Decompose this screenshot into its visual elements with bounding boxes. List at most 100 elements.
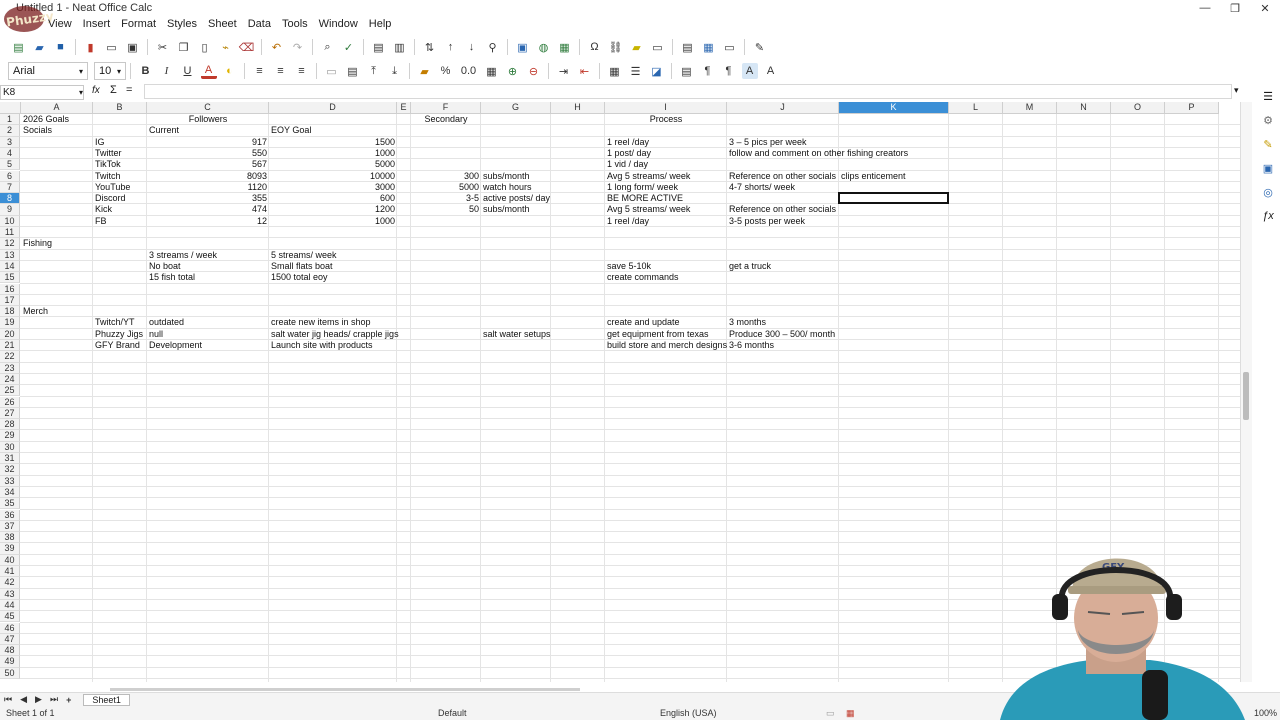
clear-formatting-icon[interactable]: ⌫ — [239, 39, 255, 55]
row-header[interactable]: 14 — [0, 260, 20, 273]
column-header-g[interactable]: G — [481, 102, 551, 114]
font-color-icon[interactable]: A — [200, 63, 217, 79]
row-header[interactable]: 10 — [0, 215, 20, 227]
sort-icon[interactable]: ⇅ — [422, 39, 438, 55]
cell-d7[interactable]: 3000 — [269, 182, 397, 193]
row-header[interactable]: 15 — [0, 272, 20, 284]
clone-formatting-icon[interactable]: ⌁ — [218, 39, 234, 55]
menu-sheet[interactable]: Sheet — [208, 18, 237, 30]
define-print-area-icon[interactable]: ▤ — [680, 39, 696, 55]
functions-icon[interactable]: ƒx — [1260, 210, 1276, 226]
row-header[interactable]: 9 — [0, 204, 20, 216]
freeze-rows-icon[interactable]: ▦ — [701, 39, 717, 55]
increase-indent-icon[interactable]: ⇥ — [556, 63, 572, 79]
row-header[interactable]: 3 — [0, 136, 20, 148]
headers-footers-icon[interactable]: ▭ — [650, 39, 666, 55]
split-window-icon[interactable]: ▭ — [722, 39, 738, 55]
cell-d9[interactable]: 1200 — [269, 204, 397, 215]
font-name-select[interactable]: Arial ▾ — [8, 62, 88, 80]
row-header[interactable]: 8 — [0, 193, 20, 205]
print-icon[interactable]: ▭ — [104, 39, 120, 55]
cell-c7[interactable]: 1120 — [147, 182, 269, 193]
wrap-text-icon[interactable]: ▭ — [324, 63, 340, 79]
language-indicator[interactable]: English (USA) — [660, 708, 717, 718]
pivot-table-icon[interactable]: ▦ — [557, 39, 573, 55]
print-preview-icon[interactable]: ▣ — [125, 39, 141, 55]
cell-f1[interactable]: Secondary — [376, 114, 516, 125]
undo-icon[interactable]: ↶ — [269, 39, 285, 55]
cell-b4[interactable]: Twitter — [93, 148, 124, 159]
cell-c20[interactable]: null — [147, 329, 165, 340]
cell-c4[interactable]: 550 — [147, 148, 269, 159]
column-header-l[interactable]: L — [949, 102, 1003, 114]
previous-sheet-icon[interactable]: ◀ — [20, 694, 27, 705]
draw-functions-icon[interactable]: ✎ — [752, 39, 768, 55]
formatting-marks-icon[interactable]: ¶ — [700, 63, 716, 79]
cell-b20[interactable]: Phuzzy Jigs — [93, 329, 145, 340]
cell-d4[interactable]: 1000 — [269, 148, 397, 159]
underline-button[interactable]: U — [180, 63, 196, 79]
row-header[interactable]: 38 — [0, 532, 20, 544]
row-header[interactable]: 42 — [0, 577, 20, 589]
cell-c3[interactable]: 917 — [147, 137, 269, 148]
row-header[interactable]: 33 — [0, 475, 20, 487]
cell-d3[interactable]: 1500 — [269, 137, 397, 148]
cell-b3[interactable]: IG — [93, 137, 107, 148]
column-header-c[interactable]: C — [147, 102, 269, 114]
border-color-icon[interactable]: ◪ — [649, 63, 665, 79]
cell-d10[interactable]: 1000 — [269, 216, 397, 227]
row-header[interactable]: 40 — [0, 554, 20, 566]
sum-button[interactable]: Σ — [110, 84, 117, 96]
row-header[interactable]: 12 — [0, 238, 20, 250]
last-sheet-icon[interactable]: ⏭ — [50, 694, 58, 705]
row-header[interactable]: 43 — [0, 588, 20, 600]
cell-i1[interactable]: Process — [544, 114, 788, 125]
hyperlink-icon[interactable]: ⛓ — [608, 39, 624, 55]
minimize-button[interactable]: — — [1190, 0, 1220, 16]
cell-j3[interactable]: 3 – 5 pics per week — [727, 137, 809, 148]
row-header[interactable]: 23 — [0, 362, 20, 374]
add-sheet-icon[interactable]: + — [66, 695, 71, 705]
cell-j7[interactable]: 4-7 shorts/ week — [727, 182, 797, 193]
zoom-level[interactable]: 100% — [1254, 708, 1277, 718]
cell-c15[interactable]: 15 fish total — [147, 272, 197, 283]
menu-styles[interactable]: Styles — [167, 18, 197, 30]
export-pdf-icon[interactable]: ▮ — [83, 39, 99, 55]
insert-image-icon[interactable]: ▣ — [515, 39, 531, 55]
cell-d15[interactable]: 1500 total eoy — [269, 272, 330, 283]
cell-c8[interactable]: 355 — [147, 193, 269, 204]
cell-b21[interactable]: GFY Brand — [93, 340, 142, 351]
open-folder-icon[interactable]: ▰ — [32, 39, 48, 55]
conditional-format-icon[interactable]: ▤ — [679, 63, 695, 79]
add-decimal-icon[interactable]: ⊕ — [505, 63, 521, 79]
cell-a2[interactable]: Socials — [21, 125, 54, 136]
column-header-p[interactable]: P — [1165, 102, 1219, 114]
row-header[interactable]: 31 — [0, 453, 20, 465]
selection-mode-icon[interactable]: ▭ — [826, 708, 835, 719]
row-header[interactable]: 13 — [0, 249, 20, 261]
menu-window[interactable]: Window — [319, 18, 358, 30]
column-header-j[interactable]: J — [727, 102, 839, 114]
cell-d13[interactable]: 5 streams/ week — [269, 250, 339, 261]
cell-b8[interactable]: Discord — [93, 193, 128, 204]
cell-f8[interactable]: 3-5 — [411, 193, 481, 204]
row-header[interactable]: 16 — [0, 283, 20, 295]
special-character-icon[interactable]: Ω — [587, 39, 603, 55]
row-header[interactable]: 25 — [0, 385, 20, 397]
align-top-icon[interactable]: ⤒ — [366, 63, 382, 79]
row-header[interactable]: 20 — [0, 328, 20, 340]
active-cell-cursor[interactable] — [838, 192, 949, 205]
percent-format-button[interactable]: % — [438, 63, 454, 79]
row-header[interactable]: 46 — [0, 622, 20, 634]
vertical-text-icon[interactable]: A — [741, 63, 758, 79]
row-header[interactable]: 29 — [0, 430, 20, 442]
cell-j20[interactable]: Produce 300 – 500/ month — [727, 329, 837, 340]
cell-i20[interactable]: get equipment from texas — [605, 329, 711, 340]
border-style-icon[interactable]: ☰ — [628, 63, 644, 79]
cell-c19[interactable]: outdated — [147, 317, 186, 328]
cell-i19[interactable]: create and update — [605, 317, 682, 328]
cell-c21[interactable]: Development — [147, 340, 204, 351]
sort-descending-icon[interactable]: ↓ — [464, 39, 480, 55]
menu-help[interactable]: Help — [369, 18, 392, 30]
cell-d21[interactable]: Launch site with products — [269, 340, 375, 351]
